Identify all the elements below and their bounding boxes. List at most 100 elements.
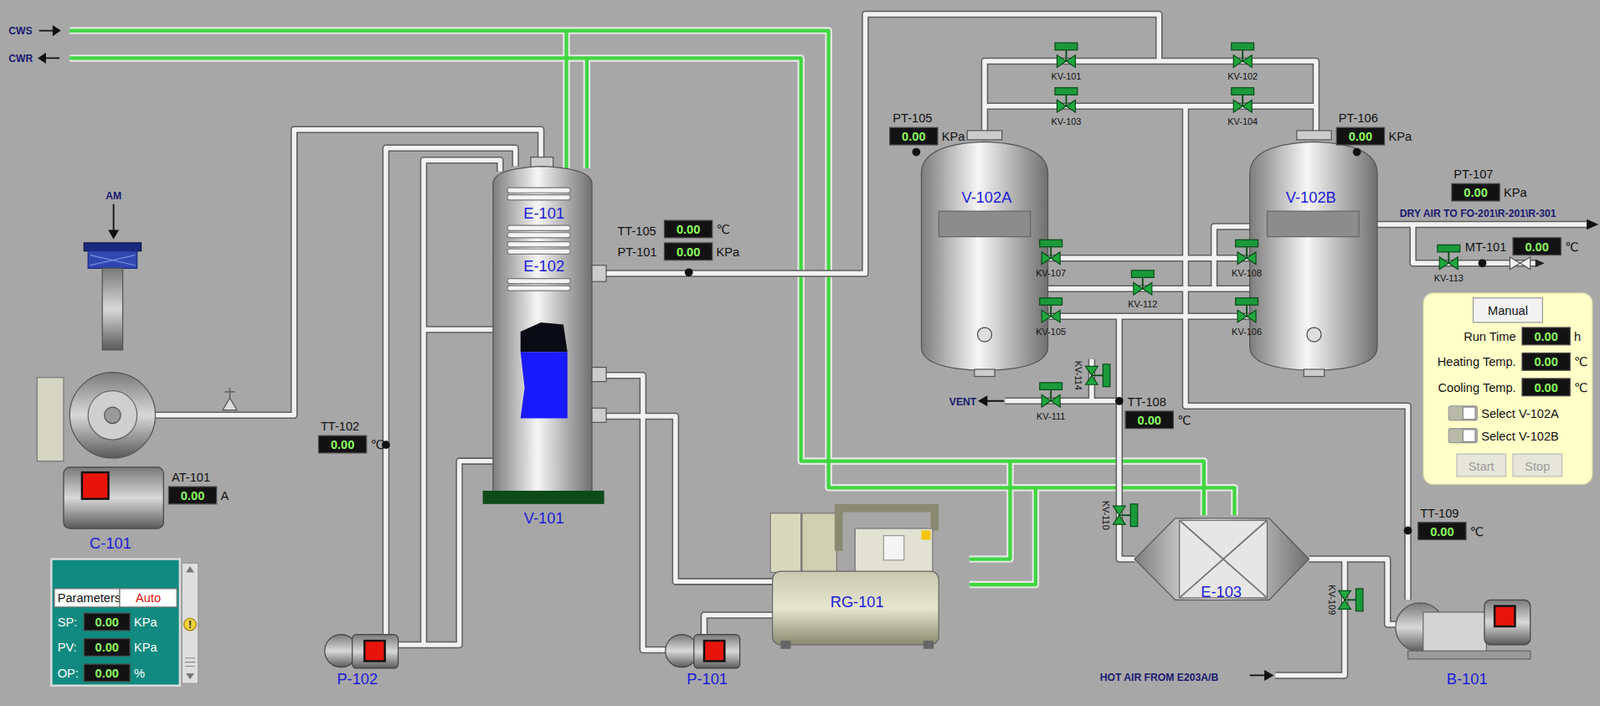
row-value: 0.00 (95, 640, 119, 654)
valve[interactable]: KV-114 (1073, 360, 1110, 391)
adsorber-v102b[interactable] (1250, 130, 1378, 377)
panel-button[interactable]: Stop (1512, 453, 1562, 477)
coil-e102 (507, 241, 572, 291)
value-box (168, 486, 217, 505)
valve[interactable]: KV-108 (1231, 239, 1262, 278)
valve[interactable]: KV-106 (1231, 298, 1262, 337)
check-valve-icon (1509, 257, 1544, 270)
arrow-icon (1250, 671, 1273, 680)
tap-dot (1353, 148, 1362, 157)
valve[interactable]: KV-104 (1227, 87, 1258, 127)
valve-label: KV-105 (1035, 326, 1066, 337)
equipment-label: E-102 (523, 257, 565, 275)
valve[interactable]: KV-103 (1050, 87, 1081, 127)
valve-label: KV-108 (1231, 267, 1262, 278)
valve-icon[interactable] (1338, 588, 1364, 612)
blower-c101[interactable] (36, 242, 237, 529)
valve-icon[interactable] (1131, 270, 1154, 295)
value-box (1336, 127, 1384, 145)
field-value: 0.00 (1533, 354, 1558, 369)
valve-label: KV-101 (1050, 71, 1081, 82)
coil-e101 (507, 187, 572, 238)
value-box (1418, 522, 1467, 541)
value-box (1522, 353, 1570, 371)
instrument-unit: KPa (941, 129, 966, 144)
valve-icon[interactable] (1054, 42, 1078, 67)
instrument-value: 0.00 (676, 245, 700, 259)
valve-icon[interactable] (1054, 87, 1078, 113)
alarm-icon[interactable] (184, 617, 197, 631)
value-box (1451, 183, 1500, 201)
valve[interactable]: KV-113 (1434, 244, 1464, 283)
valve-label: KV-103 (1050, 116, 1081, 127)
controller-faceplate: ParametersAutoSP:0.00KPaPV:0.00KPaOP:0.0… (51, 559, 198, 686)
valve-icon[interactable] (1235, 298, 1259, 323)
valve-label: KV-113 (1434, 272, 1464, 283)
instrument-value: 0.00 (901, 129, 926, 144)
instrument: PT-1070.00KPa (1451, 167, 1528, 201)
select-checkbox[interactable]: Select V-102A (1448, 406, 1559, 422)
blower-b101[interactable] (1395, 599, 1531, 659)
mode-button[interactable]: Manual (1473, 298, 1544, 323)
vessel-v101[interactable] (483, 157, 607, 505)
arrow-icon (39, 54, 60, 63)
row-unit: KPa (133, 615, 158, 629)
controller-row: SP:0.00KPa (57, 612, 159, 631)
panel-button[interactable]: Start (1456, 453, 1506, 477)
valve-icon[interactable] (1039, 239, 1063, 264)
equipment-label: P-102 (336, 669, 378, 688)
grip-icon (185, 658, 196, 667)
scrollbar[interactable]: ! (181, 562, 198, 684)
process-diagram: KV-101 KV-102 KV-103 KV-104 KV-105 KV-106 KV-1… (0, 0, 1600, 706)
svg-text:Start: Start (1468, 459, 1495, 474)
valve[interactable]: KV-112 (1127, 270, 1158, 309)
valve-icon[interactable] (1437, 244, 1461, 269)
valve[interactable]: KV-110 (1100, 500, 1137, 530)
instrument: TT-1090.00℃ (1404, 506, 1485, 541)
valve-label: KV-102 (1227, 71, 1258, 82)
equipment-label: E-103 (1200, 582, 1242, 601)
select-checkbox[interactable]: Select V-102B (1448, 428, 1559, 444)
valve[interactable]: KV-107 (1035, 239, 1066, 278)
valve[interactable]: KV-109 (1327, 584, 1364, 615)
adsorber-v102a[interactable] (920, 130, 1048, 377)
heat-exchanger-e103[interactable] (1134, 518, 1309, 600)
row-label: SP: (57, 615, 78, 629)
panel-field: Heating Temp.0.00℃ (1437, 353, 1589, 371)
instrument-tag: PT-107 (1453, 167, 1493, 181)
valve[interactable]: KV-105 (1035, 298, 1066, 337)
valve[interactable]: KV-111 (1036, 382, 1065, 422)
control-panel: ManualRun Time0.00hHeating Temp.0.00℃Coo… (1423, 293, 1593, 485)
valve-icon[interactable] (1085, 364, 1111, 387)
scroll-up-icon[interactable] (185, 565, 195, 572)
valve[interactable]: KV-101 (1050, 42, 1081, 82)
controller-mode[interactable]: Auto (119, 588, 177, 608)
valve-icon[interactable] (1231, 87, 1255, 113)
valve-icon[interactable] (1112, 504, 1137, 527)
scroll-down-icon[interactable] (185, 673, 195, 680)
valve[interactable]: KV-102 (1227, 42, 1258, 82)
controller-row: PV:0.00KPa (57, 638, 159, 657)
svg-text:Stop: Stop (1524, 459, 1550, 474)
pump-p101[interactable] (665, 634, 741, 669)
instrument-tag: AT-101 (171, 470, 211, 484)
pump-p102[interactable] (324, 634, 399, 669)
instrument-unit: ℃ (1564, 240, 1579, 254)
instrument-value: 0.00 (676, 222, 700, 237)
stream-label: VENT (949, 396, 978, 408)
instrument-unit: KPa (1388, 129, 1412, 144)
svg-text:Auto: Auto (135, 591, 161, 605)
valve-icon[interactable] (1235, 239, 1259, 264)
equipment-label: P-101 (686, 669, 728, 688)
instrument-unit: ℃ (370, 437, 385, 452)
valve-icon[interactable] (1039, 298, 1063, 323)
valve-icon[interactable] (1039, 382, 1063, 407)
value-box (83, 663, 130, 682)
valve-icon[interactable] (1231, 42, 1255, 67)
row-unit: % (133, 666, 145, 680)
tap-dot (684, 267, 694, 277)
chiller-rg101[interactable] (770, 508, 939, 649)
instrument: AT-1010.00A (168, 470, 229, 505)
arrow-icon (1587, 220, 1597, 229)
field-unit: h (1574, 329, 1581, 344)
